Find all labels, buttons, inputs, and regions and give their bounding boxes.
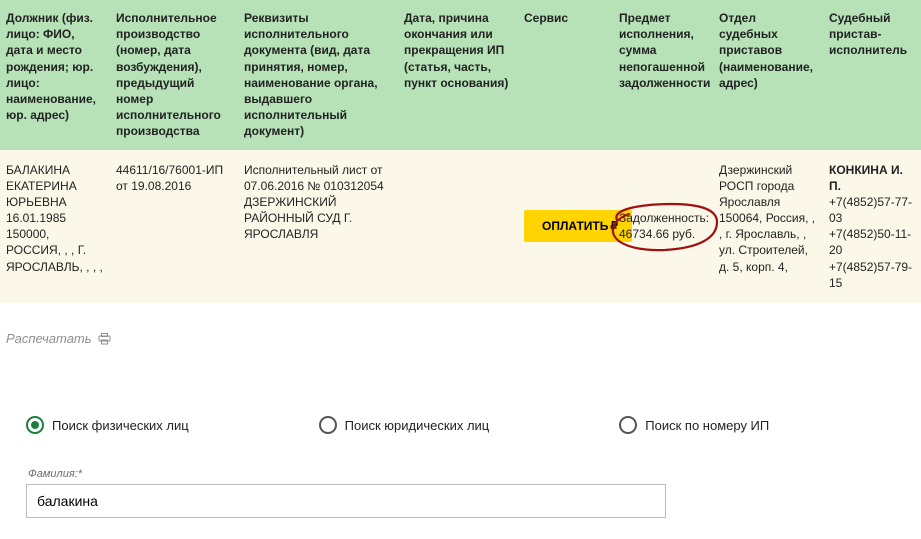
pay-button[interactable]: ОПЛАТИТЬ₽ [524,210,632,242]
table-row: БАЛАКИНА ЕКАТЕРИНА ЮРЬЕВНА 16.01.1985 15… [0,150,921,304]
radio-person[interactable]: Поиск физических лиц [26,416,189,434]
col-department: Отдел судебных приставов (наименование, … [713,0,823,150]
radio-by-number[interactable]: Поиск по номеру ИП [619,416,769,434]
radio-legal[interactable]: Поиск юридических лиц [319,416,490,434]
cell-debt: Задолженность: 46734.66 руб. [613,150,713,304]
cell-bailiff: КОНКИНА И. П. +7(4852)57-77-03 +7(4852)5… [823,150,921,304]
search-type-radio-group: Поиск физических лиц Поиск юридических л… [26,416,895,434]
cell-service: ОПЛАТИТЬ₽ [518,150,613,304]
bailiff-phones: +7(4852)57-77-03 +7(4852)50-11-20 +7(485… [829,194,915,291]
col-end-reason: Дата, причина окончания или прекращения … [398,0,518,150]
lastname-input[interactable] [26,484,666,518]
radio-legal-label: Поиск юридических лиц [345,418,490,433]
cell-proceeding: 44611/16/76001-ИП от 19.08.2016 [110,150,238,304]
radio-person-label: Поиск физических лиц [52,418,189,433]
lastname-label: Фамилия:* [28,468,895,480]
ruble-icon: ₽ [610,219,618,233]
print-label: Распечатать [6,331,92,346]
col-service: Сервис [518,0,613,150]
col-document: Реквизиты исполнительного документа (вид… [238,0,398,150]
col-subject: Предмет исполнения, сумма непогашенной з… [613,0,713,150]
cell-document: Исполнительный лист от 07.06.2016 № 0103… [238,150,398,304]
col-debtor: Должник (физ. лицо: ФИО, дата и место ро… [0,0,110,150]
radio-selected-icon [26,416,44,434]
pay-button-label: ОПЛАТИТЬ [542,219,608,233]
cell-debtor: БАЛАКИНА ЕКАТЕРИНА ЮРЬЕВНА 16.01.1985 15… [0,150,110,304]
enforcement-table: Должник (физ. лицо: ФИО, дата и место ро… [0,0,921,303]
cell-department: Дзержинский РОСП города Ярославля 150064… [713,150,823,304]
radio-unselected-icon [619,416,637,434]
radio-by-number-label: Поиск по номеру ИП [645,418,769,433]
radio-unselected-icon [319,416,337,434]
col-bailiff: Судебный пристав-исполнитель [823,0,921,150]
print-link[interactable]: Распечатать [6,331,111,346]
cell-end-reason [398,150,518,304]
debt-amount: Задолженность: 46734.66 руб. [619,211,709,241]
search-panel: Поиск физических лиц Поиск юридических л… [0,416,921,538]
printer-icon [98,333,111,345]
col-proceeding: Исполнительное производство (номер, дата… [110,0,238,150]
bailiff-name: КОНКИНА И. П. [829,162,915,194]
